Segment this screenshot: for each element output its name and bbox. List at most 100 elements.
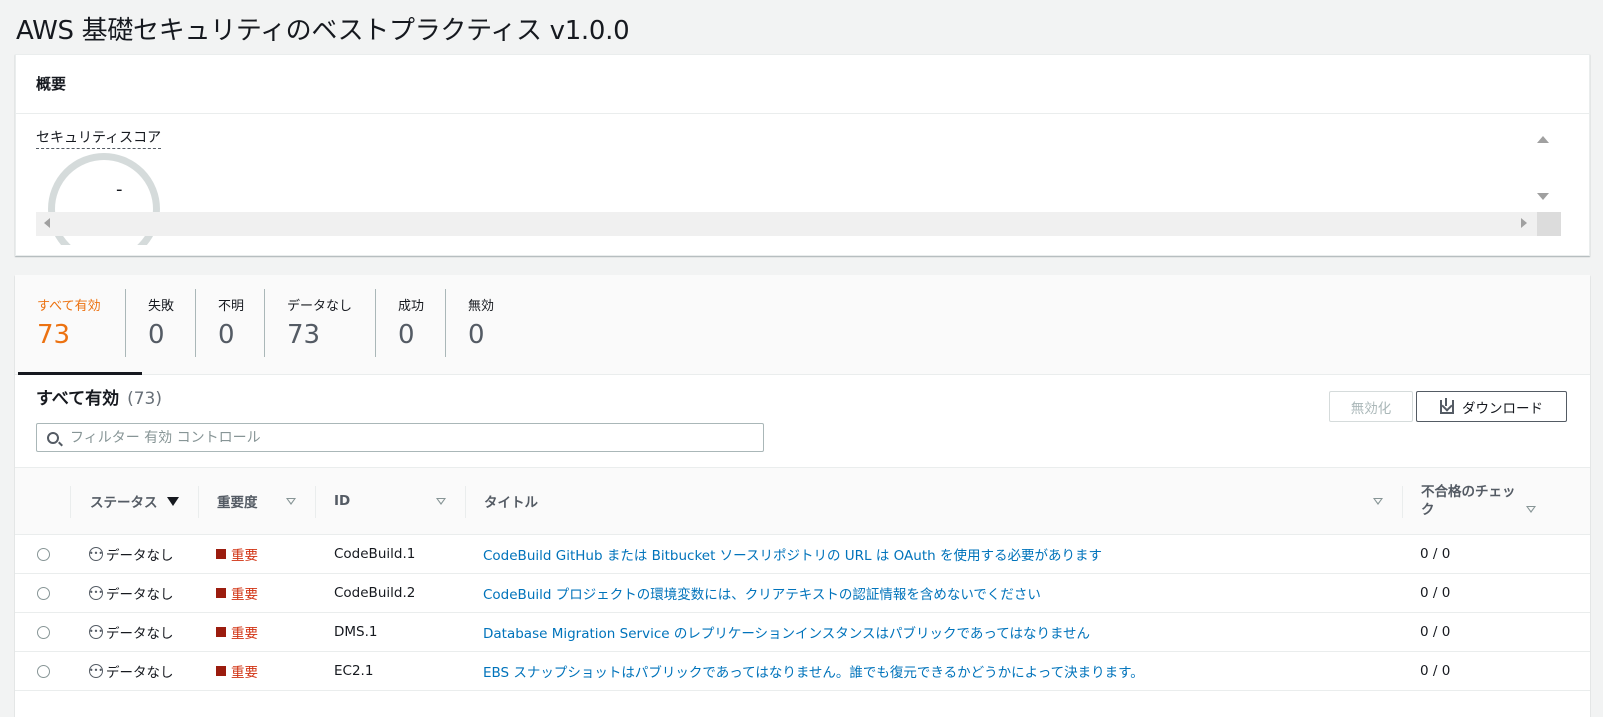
column-label: 重要度 xyxy=(217,495,258,511)
tab-count: 0 xyxy=(398,320,415,350)
filter-input[interactable] xyxy=(70,429,750,446)
tab-label: 成功 xyxy=(398,299,425,314)
scroll-down-icon[interactable] xyxy=(1537,193,1549,200)
table-header-row: ステータス 重要度 ID タイトル 不合格のチェック xyxy=(15,467,1590,535)
column-header-status[interactable]: ステータス xyxy=(70,468,198,534)
row-select-cell xyxy=(37,535,50,573)
status-cell: ••• データなし xyxy=(89,652,174,690)
tab-unknown[interactable]: 不明 0 xyxy=(196,289,265,361)
scroll-left-icon[interactable] xyxy=(44,218,50,228)
disable-button-label: 無効化 xyxy=(1350,400,1392,417)
sort-icon[interactable] xyxy=(1373,498,1383,505)
id-cell: DMS.1 xyxy=(334,624,378,640)
row-select-cell xyxy=(37,574,50,612)
status-cell: ••• データなし xyxy=(89,535,174,573)
tab-count: 0 xyxy=(468,320,485,350)
severity-cell: 重要 xyxy=(216,574,258,612)
column-header-title[interactable]: タイトル xyxy=(465,468,1402,534)
column-label: 不合格のチェック xyxy=(1421,484,1516,518)
severity-text: 重要 xyxy=(231,665,258,681)
column-label: ステータス xyxy=(90,495,158,511)
severity-cell: 重要 xyxy=(216,652,258,690)
failed-checks-cell: 0 / 0 xyxy=(1420,663,1451,679)
column-header-severity[interactable]: 重要度 xyxy=(198,468,315,534)
scroll-right-icon[interactable] xyxy=(1521,218,1527,228)
security-score-label[interactable]: セキュリティスコア xyxy=(36,127,162,149)
table-heading: すべて有効 (73) xyxy=(36,384,162,409)
column-header-failed-checks[interactable]: 不合格のチェック xyxy=(1402,468,1550,534)
filter-search-box[interactable] xyxy=(36,423,764,452)
row-select-cell xyxy=(37,613,50,651)
severity-critical-icon xyxy=(216,627,226,637)
search-icon xyxy=(47,431,59,444)
status-text: データなし xyxy=(106,665,174,681)
tab-failed[interactable]: 失敗 0 xyxy=(126,289,196,361)
status-text: データなし xyxy=(106,626,174,642)
overview-panel: 概要 セキュリティスコア - xyxy=(15,54,1590,256)
table-row[interactable]: ••• データなし 重要 EC2.1 EBS スナップショットはパブリックであって… xyxy=(15,652,1590,691)
status-cell: ••• データなし xyxy=(89,574,174,612)
scrollbar-corner xyxy=(1537,212,1561,236)
controls-panel: すべて有効 73 失敗 0 不明 0 データなし 73 成功 0 無効 0 すべ… xyxy=(15,275,1590,717)
control-title-link[interactable]: CodeBuild GitHub または Bitbucket ソースリポジトリの… xyxy=(483,535,1102,573)
status-text: データなし xyxy=(106,548,174,564)
severity-critical-icon xyxy=(216,666,226,676)
sort-icon[interactable] xyxy=(1526,506,1536,513)
tab-count: 0 xyxy=(148,320,165,350)
vertical-scrollbar[interactable] xyxy=(1531,127,1555,212)
control-title-link[interactable]: Database Migration Service のレプリケーションインスタ… xyxy=(483,613,1090,651)
tab-count: 73 xyxy=(287,320,321,350)
table-row[interactable]: ••• データなし 重要 CodeBuild.1 CodeBuild GitHub… xyxy=(15,535,1590,574)
control-title-link[interactable]: CodeBuild プロジェクトの環境変数には、クリアテキストの認証情報を含めな… xyxy=(483,574,1041,612)
no-data-status-icon: ••• xyxy=(89,625,103,639)
sort-descending-icon[interactable] xyxy=(167,497,179,506)
tab-no-data[interactable]: データなし 73 xyxy=(265,289,376,361)
severity-text: 重要 xyxy=(231,548,258,564)
id-cell: EC2.1 xyxy=(334,663,374,679)
severity-text: 重要 xyxy=(231,587,258,603)
horizontal-scrollbar[interactable] xyxy=(36,212,1561,236)
scroll-up-icon[interactable] xyxy=(1537,136,1549,143)
row-select-cell xyxy=(37,652,50,690)
failed-checks-cell: 0 / 0 xyxy=(1420,546,1451,562)
disable-button[interactable]: 無効化 xyxy=(1329,391,1413,422)
control-title-link[interactable]: EBS スナップショットはパブリックであってはなりません。誰でも復元できるかどう… xyxy=(483,652,1144,690)
tab-disabled[interactable]: 無効 0 xyxy=(446,289,526,361)
download-button[interactable]: ダウンロード xyxy=(1416,391,1567,422)
row-radio-button[interactable] xyxy=(37,547,50,561)
status-text: データなし xyxy=(106,587,174,603)
severity-critical-icon xyxy=(216,549,226,559)
failed-checks-cell: 0 / 0 xyxy=(1420,585,1451,601)
severity-critical-icon xyxy=(216,588,226,598)
overview-header: 概要 xyxy=(16,55,1589,114)
row-radio-button[interactable] xyxy=(37,664,50,678)
sort-icon[interactable] xyxy=(286,498,296,505)
download-icon xyxy=(1440,397,1454,414)
table-heading-title: すべて有効 xyxy=(36,389,120,409)
severity-cell: 重要 xyxy=(216,535,258,573)
no-data-status-icon: ••• xyxy=(89,547,103,561)
security-score-value: - xyxy=(116,179,123,200)
column-label: ID xyxy=(334,493,351,509)
severity-cell: 重要 xyxy=(216,613,258,651)
row-radio-button[interactable] xyxy=(37,586,50,600)
failed-checks-cell: 0 / 0 xyxy=(1420,624,1451,640)
status-cell: ••• データなし xyxy=(89,613,174,651)
tab-label: 無効 xyxy=(468,299,495,314)
tab-label: すべて有効 xyxy=(37,299,101,314)
page-title: AWS 基礎セキュリティのベストプラクティス v1.0.0 xyxy=(16,16,630,46)
id-cell: CodeBuild.2 xyxy=(334,585,416,601)
no-data-status-icon: ••• xyxy=(89,586,103,600)
row-radio-button[interactable] xyxy=(37,625,50,639)
status-filter-tabs: すべて有効 73 失敗 0 不明 0 データなし 73 成功 0 無効 0 xyxy=(15,275,1590,375)
tab-all-enabled[interactable]: すべて有効 73 xyxy=(15,289,126,361)
tab-label: データなし xyxy=(287,299,353,314)
column-header-id[interactable]: ID xyxy=(315,468,465,534)
table-heading-count: (73) xyxy=(127,389,162,409)
tab-passed[interactable]: 成功 0 xyxy=(376,289,446,361)
table-row[interactable]: ••• データなし 重要 DMS.1 Database Migration Ser… xyxy=(15,613,1590,652)
table-row[interactable]: ••• データなし 重要 CodeBuild.2 CodeBuild プロジェクト… xyxy=(15,574,1590,613)
tab-label: 不明 xyxy=(218,299,245,314)
tab-count: 73 xyxy=(37,320,71,350)
sort-icon[interactable] xyxy=(436,498,446,505)
